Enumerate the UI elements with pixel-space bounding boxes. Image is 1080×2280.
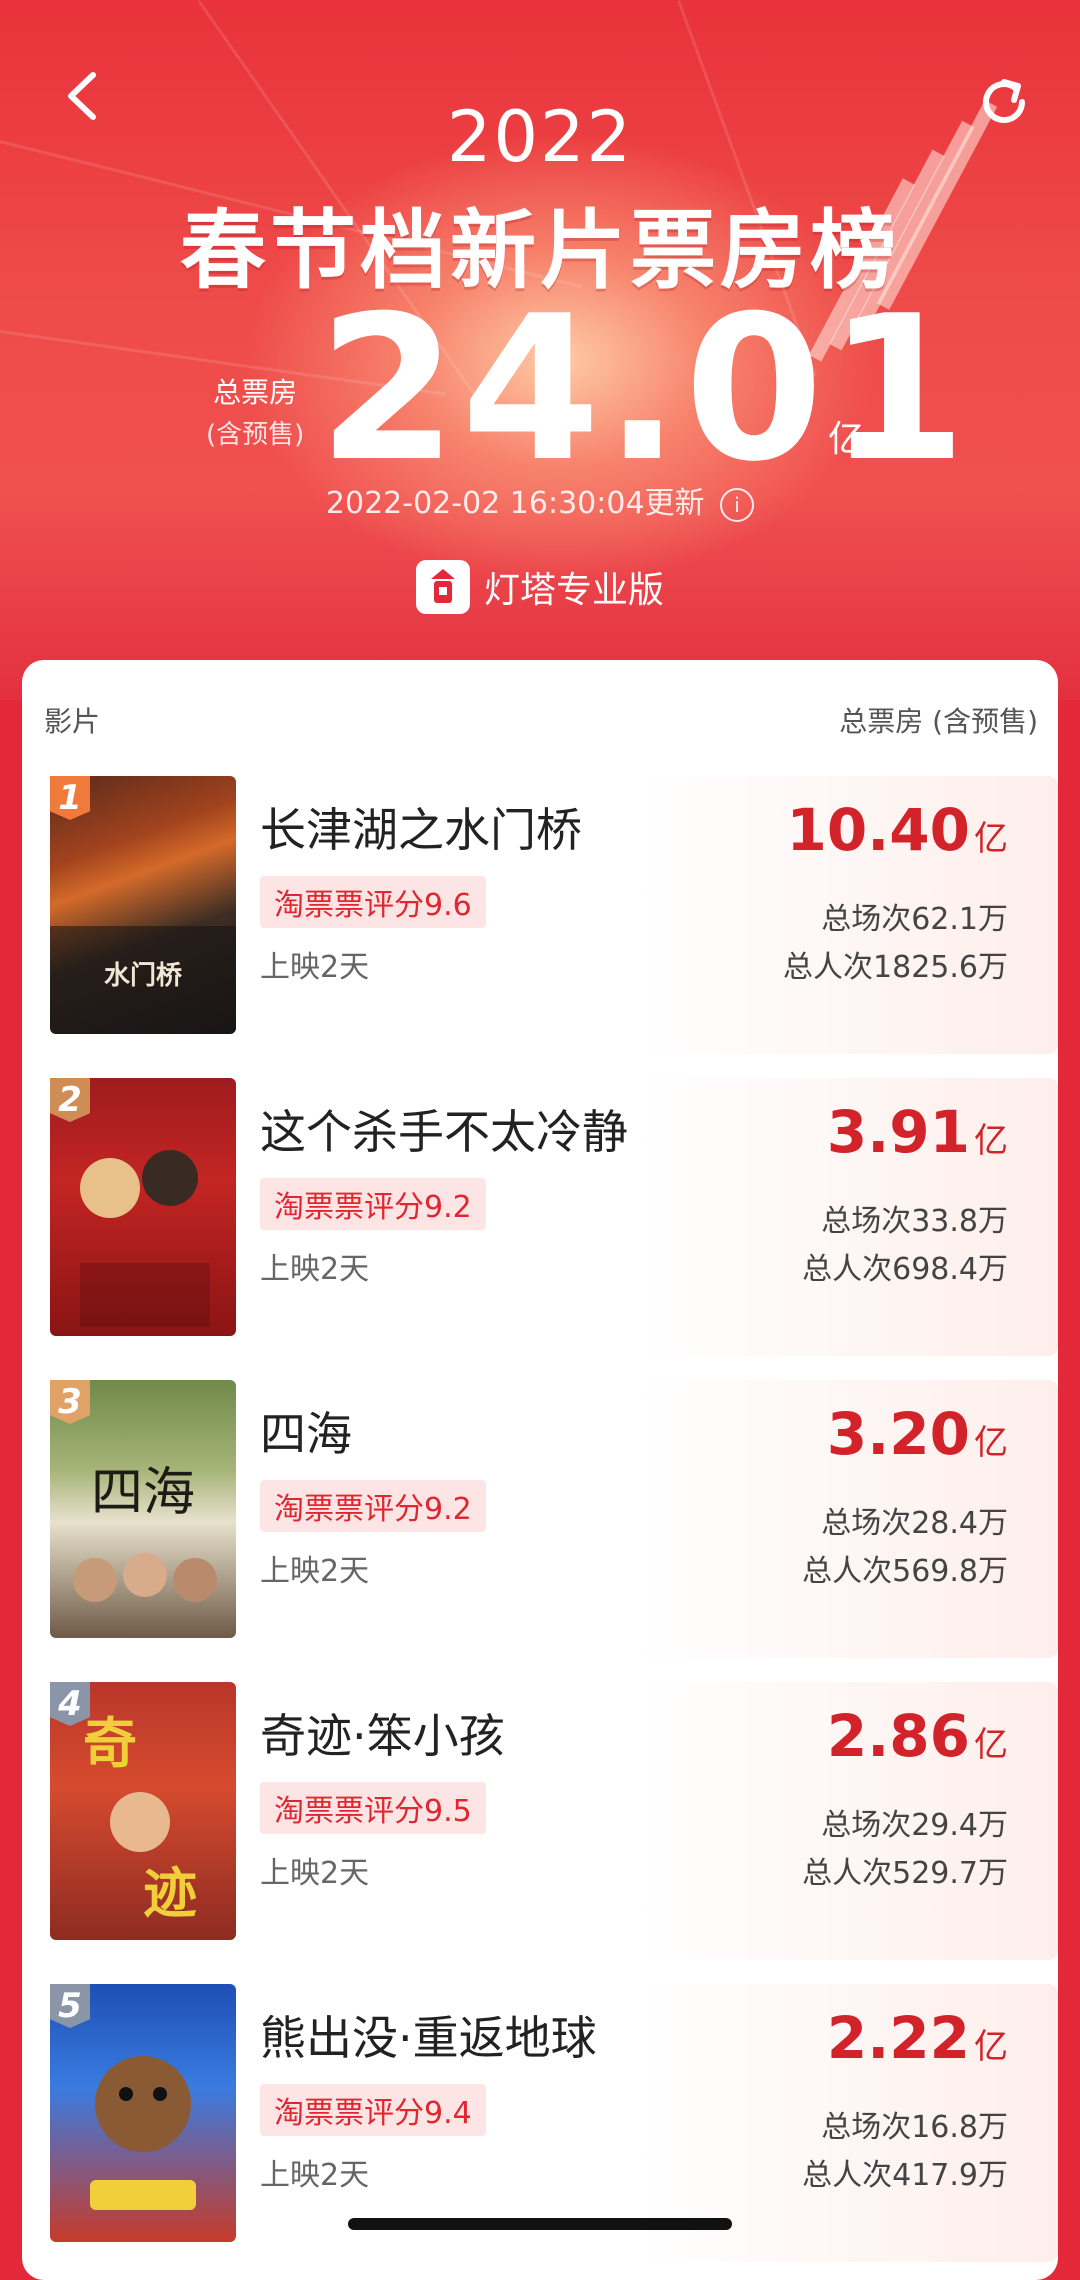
total-admissions: 总人次529.7万 — [802, 1856, 1008, 1891]
rank-badge: 4 — [50, 1682, 90, 1726]
gross-unit: 亿 — [974, 2027, 1008, 2067]
rank-badge: 2 — [50, 1078, 90, 1122]
svg-text:四海: 四海 — [91, 1463, 195, 1523]
total-admissions: 总人次417.9万 — [802, 2158, 1008, 2193]
film-title: 长津湖之水门桥 — [260, 803, 582, 857]
total-shows: 总场次62.1万 — [821, 902, 1008, 937]
gross-unit: 亿 — [974, 819, 1008, 859]
total-shows: 总场次33.8万 — [821, 1204, 1008, 1239]
rating-badge: 淘票票评分9.6 — [260, 876, 486, 928]
brand-name: 灯塔专业版 — [483, 570, 664, 611]
total-box-office-label: 总票房 (含预售) — [206, 372, 304, 456]
rank-badge: 1 — [50, 776, 90, 820]
ranking-card: 影片 总票房 (含预售) 水门桥 1 长津湖之水门桥 淘票票评分9.6 上映2天… — [22, 660, 1058, 2280]
release-days: 上映2天 — [260, 1554, 370, 1589]
total-box-office-value: 24.01 — [318, 273, 971, 506]
gross-unit: 亿 — [974, 1423, 1008, 1463]
total-label-text: 总票房 — [213, 376, 298, 409]
rank-badge: 3 — [50, 1380, 90, 1424]
home-indicator[interactable] — [348, 2218, 732, 2230]
hero-banner: 2022 春节档新片票房榜 总票房 (含预售) 24.01 亿 2022-02-… — [0, 0, 1080, 700]
table-header: 影片 总票房 (含预售) — [22, 700, 1058, 750]
rating-badge: 淘票票评分9.5 — [260, 1782, 486, 1834]
release-days: 上映2天 — [260, 1252, 370, 1287]
film-title: 奇迹·笨小孩 — [260, 1709, 505, 1763]
gross-value: 3.20 亿 — [827, 1400, 1008, 1468]
rating-badge: 淘票票评分9.2 — [260, 1178, 486, 1230]
release-days: 上映2天 — [260, 1856, 370, 1891]
film-title: 熊出没·重返地球 — [260, 2011, 597, 2065]
rating-badge: 淘票票评分9.4 — [260, 2084, 486, 2136]
gross-value: 2.22 亿 — [827, 2004, 1008, 2072]
gross-number: 10.40 — [786, 796, 970, 864]
gross-number: 2.86 — [826, 1702, 970, 1770]
film-row-3[interactable]: 四海 3 四海 淘票票评分9.2 上映2天 3.20 亿 总场次28.4万 总人次… — [22, 1380, 1058, 1658]
total-admissions: 总人次569.8万 — [802, 1554, 1008, 1589]
total-box-office-unit: 亿 — [828, 419, 865, 460]
brand-label: 灯塔专业版 — [0, 560, 1080, 614]
total-shows: 总场次16.8万 — [821, 2110, 1008, 2145]
gross-value: 2.86 亿 — [827, 1702, 1008, 1770]
total-admissions: 总人次1825.6万 — [783, 950, 1008, 985]
rating-badge: 淘票票评分9.2 — [260, 1480, 486, 1532]
total-admissions: 总人次698.4万 — [802, 1252, 1008, 1287]
film-row-2[interactable]: 2 这个杀手不太冷静 淘票票评分9.2 上映2天 3.91 亿 总场次33.8万 … — [22, 1078, 1058, 1356]
total-shows: 总场次29.4万 — [821, 1808, 1008, 1843]
hero-year: 2022 — [446, 96, 634, 178]
update-text: 2022-02-02 16:30:04更新 — [325, 486, 705, 521]
svg-text:迹: 迹 — [143, 1861, 197, 1925]
gross-value: 10.40 亿 — [787, 796, 1008, 864]
rank-badge: 5 — [50, 1984, 90, 2028]
total-label-sub: (含预售) — [206, 420, 305, 450]
svg-text:水门桥: 水门桥 — [104, 961, 183, 991]
gross-number: 2.22 — [826, 2004, 970, 2072]
info-icon[interactable]: i — [720, 487, 755, 522]
update-timestamp: 2022-02-02 16:30:04更新 i — [0, 478, 1080, 522]
column-gross: 总票房 (含预售) — [839, 705, 1038, 738]
release-days: 上映2天 — [260, 950, 370, 985]
film-row-1[interactable]: 水门桥 1 长津湖之水门桥 淘票票评分9.6 上映2天 10.40 亿 总场次62… — [22, 776, 1058, 1054]
lighthouse-logo-icon — [415, 560, 470, 614]
film-title: 这个杀手不太冷静 — [260, 1105, 628, 1159]
gross-unit: 亿 — [974, 1725, 1008, 1765]
svg-text:奇: 奇 — [83, 1711, 137, 1775]
column-film: 影片 — [44, 705, 101, 738]
gross-value: 3.91 亿 — [827, 1098, 1008, 1166]
film-row-4[interactable]: 奇 迹 4 奇迹·笨小孩 淘票票评分9.5 上映2天 2.86 亿 总场次29.4… — [22, 1682, 1058, 1960]
total-shows: 总场次28.4万 — [821, 1506, 1008, 1541]
gross-number: 3.20 — [826, 1400, 970, 1468]
release-days: 上映2天 — [260, 2158, 370, 2193]
film-title: 四海 — [260, 1407, 352, 1461]
gross-unit: 亿 — [974, 1121, 1008, 1161]
gross-number: 3.91 — [826, 1098, 970, 1166]
